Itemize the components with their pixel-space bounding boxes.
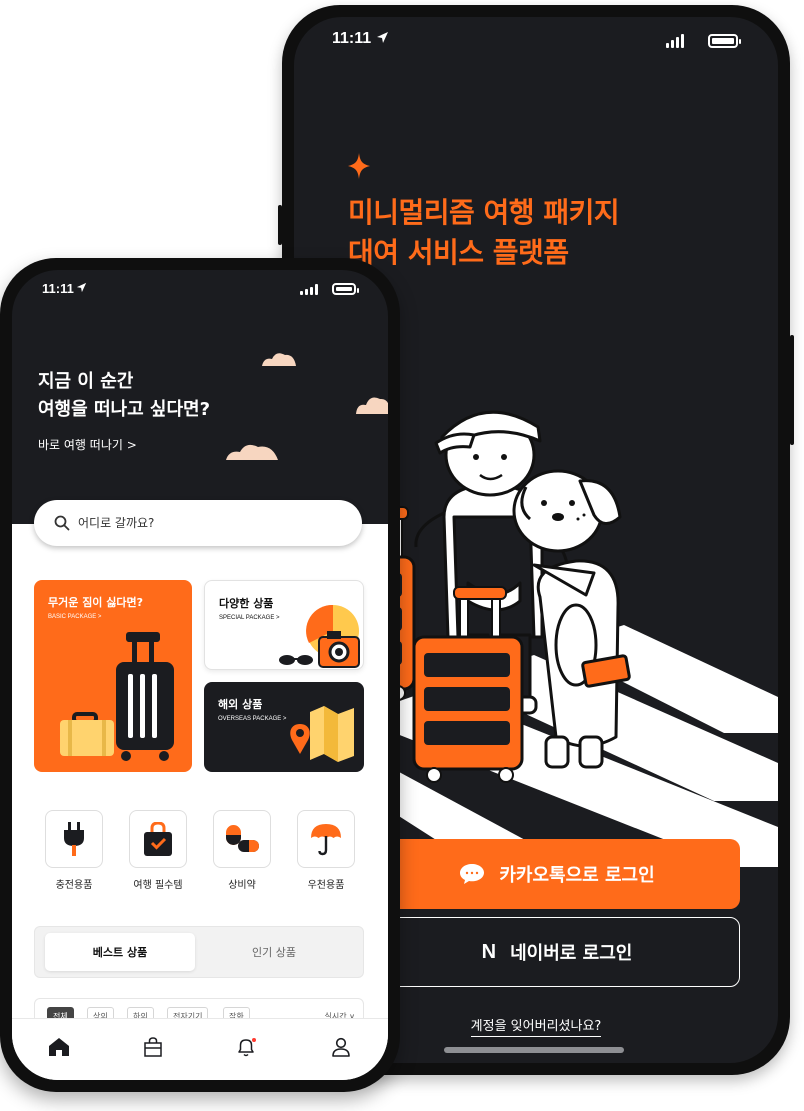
category-label: 상비약 xyxy=(228,880,256,891)
search-bar[interactable] xyxy=(34,500,362,546)
nav-notifications[interactable] xyxy=(227,1037,267,1057)
start-trip-link[interactable]: 바로 여행 떠나기 > xyxy=(38,436,137,453)
login-headline: 미니멀리즘 여행 패키지 대여 서비스 플랫폼 xyxy=(348,193,620,273)
pill-icon xyxy=(226,825,259,852)
status-bar: 11:11 xyxy=(12,270,388,314)
category-label: 충전용품 xyxy=(55,880,93,891)
signal-icon xyxy=(666,34,684,48)
overseas-package-card[interactable]: 해외 상품 OVERSEAS PACKAGE > xyxy=(204,682,364,772)
bell-icon xyxy=(238,1038,256,1057)
headline-line-1: 미니멀리즘 여행 패키지 xyxy=(348,196,620,229)
camera-sunglasses-icon xyxy=(279,604,360,668)
speech-bubble-icon xyxy=(460,864,485,884)
search-icon xyxy=(54,515,70,531)
card-title: 해외 상품 xyxy=(218,698,263,711)
bag-check-icon xyxy=(144,822,172,856)
nav-home[interactable] xyxy=(39,1037,79,1057)
status-bar: 11:11 xyxy=(294,17,778,61)
sparkle-icon xyxy=(348,153,370,179)
cloud-icon xyxy=(356,397,388,414)
home-screen: 11:11 지금 이 순간 여행을 떠나고 싶다면? 바로 여행 떠나기 > 무… xyxy=(12,270,388,1080)
card-title: 무거운 짐이 싫다면? xyxy=(48,596,143,609)
card-subtitle: SPECIAL PACKAGE > xyxy=(219,615,280,621)
location-arrow-icon xyxy=(76,282,87,293)
card-subtitle: OVERSEAS PACKAGE > xyxy=(218,716,287,722)
cloud-icon xyxy=(262,353,296,366)
hero-title: 지금 이 순간 여행을 떠나고 싶다면? xyxy=(38,368,210,424)
category-travel-essentials[interactable]: 여행 필수템 xyxy=(128,810,188,891)
kakao-login-label: 카카오톡으로 로그인 xyxy=(499,865,655,886)
naver-login-label: 네이버로 로그인 xyxy=(510,943,633,964)
cloud-icon xyxy=(226,444,278,460)
category-rain-gear[interactable]: 우천용품 xyxy=(296,810,356,891)
plug-icon xyxy=(64,822,84,856)
category-label: 우천용품 xyxy=(307,880,345,891)
nav-profile[interactable] xyxy=(321,1037,361,1057)
special-package-card[interactable]: 다양한 상품 SPECIAL PACKAGE > xyxy=(204,580,364,670)
battery-icon xyxy=(332,283,359,295)
home-icon xyxy=(49,1038,69,1056)
naver-logo-icon: N xyxy=(481,940,497,963)
forgot-account-link[interactable]: 계정을 잊어버리셨나요? xyxy=(470,1019,602,1037)
status-time: 11:11 xyxy=(332,30,372,47)
kakao-login-button[interactable]: 카카오톡으로 로그인 xyxy=(374,839,740,909)
basic-package-card[interactable]: 무거운 짐이 싫다면? BASIC PACKAGE > xyxy=(34,580,192,772)
naver-login-button[interactable]: N 네이버로 로그인 xyxy=(374,917,740,987)
home-indicator[interactable] xyxy=(444,1047,624,1053)
headline-line-2: 대여 서비스 플랫폼 xyxy=(348,236,569,269)
search-input[interactable] xyxy=(78,516,278,530)
map-pin-icon xyxy=(290,706,354,762)
bottom-navigation xyxy=(12,1018,388,1080)
umbrella-icon xyxy=(311,824,341,856)
card-subtitle: BASIC PACKAGE > xyxy=(48,614,102,620)
category-medicine[interactable]: 상비약 xyxy=(212,810,272,891)
location-arrow-icon xyxy=(377,32,388,43)
hero-title-line-2: 여행을 떠나고 싶다면? xyxy=(38,399,211,420)
card-title: 다양한 상품 xyxy=(219,597,274,610)
category-charging[interactable]: 충전용품 xyxy=(44,810,104,891)
shopping-bag-icon xyxy=(144,1037,162,1057)
signal-icon xyxy=(300,284,318,295)
user-icon xyxy=(332,1037,350,1057)
tab-popular[interactable]: 인기 상품 xyxy=(199,933,349,971)
product-tabs: 베스트 상품 인기 상품 xyxy=(34,926,364,978)
tab-best[interactable]: 베스트 상품 xyxy=(45,933,195,971)
nav-shop[interactable] xyxy=(133,1037,173,1057)
battery-icon xyxy=(708,34,741,48)
status-time: 11:11 xyxy=(42,281,74,296)
home-phone-frame: 11:11 지금 이 순간 여행을 떠나고 싶다면? 바로 여행 떠나기 > 무… xyxy=(0,258,400,1092)
luggage-icon xyxy=(60,632,174,761)
hero-title-line-1: 지금 이 순간 xyxy=(38,371,134,392)
category-label: 여행 필수템 xyxy=(133,880,183,891)
